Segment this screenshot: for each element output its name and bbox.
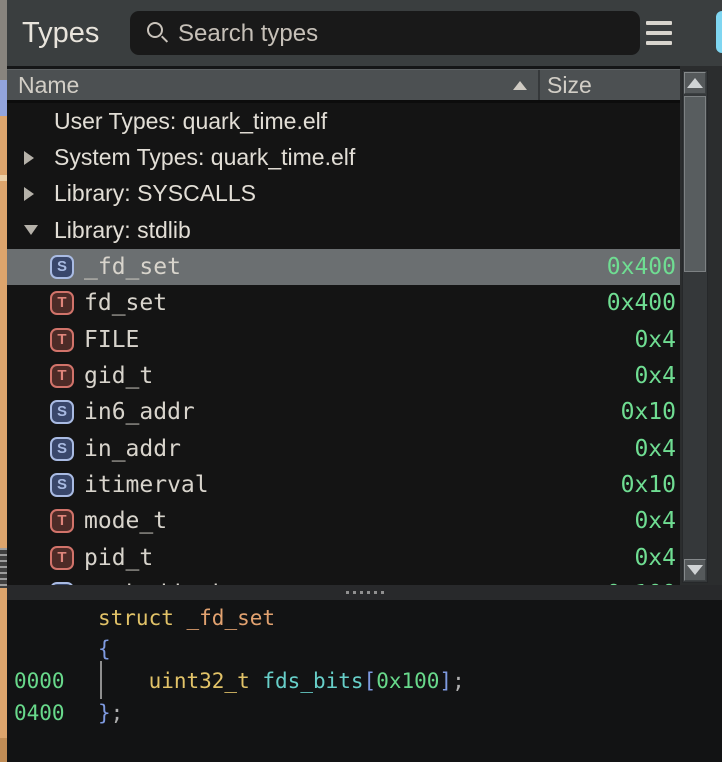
code-line: { bbox=[7, 634, 722, 666]
group-label: Library: SYSCALLS bbox=[54, 180, 256, 207]
type-size: 0x400 bbox=[606, 290, 676, 317]
type-name: fd_set bbox=[84, 290, 168, 317]
code-text: struct _fd_set bbox=[98, 605, 276, 630]
tree-group-row[interactable]: Library: stdlib bbox=[7, 212, 680, 248]
scroll-up-button[interactable] bbox=[684, 72, 706, 94]
type-row[interactable]: Tfd_set 0x400 bbox=[7, 285, 680, 321]
typedef-badge-icon: T bbox=[50, 291, 74, 316]
type-name: pid_t bbox=[84, 544, 154, 571]
struct-badge-icon: S bbox=[50, 400, 74, 425]
type-row[interactable]: S _fd_set 0x400 bbox=[7, 248, 680, 285]
type-name: mode_t bbox=[84, 508, 168, 535]
edge-strip-gray bbox=[0, 0, 7, 80]
types-toolbar: Types bbox=[7, 0, 722, 66]
column-header-row: Name Size bbox=[7, 69, 680, 101]
panel-title: Types bbox=[22, 17, 100, 49]
struct-badge-icon: S bbox=[50, 436, 74, 461]
type-name: gid_t bbox=[84, 362, 154, 389]
types-panel-main: Types Name Size User Types: quark_time.e… bbox=[7, 0, 722, 762]
type-row[interactable]: Sin_addr 0x4 bbox=[7, 431, 680, 467]
type-row[interactable]: Ssockaddr_in0x100 bbox=[7, 576, 680, 585]
type-name: FILE bbox=[84, 326, 140, 353]
type-row[interactable]: Sin6_addr 0x10 bbox=[7, 394, 680, 430]
type-size: 0x4 bbox=[634, 508, 676, 535]
type-size: 0x4 bbox=[634, 544, 676, 571]
edge-strip-highlight bbox=[0, 175, 7, 181]
brace-guide-line bbox=[100, 661, 102, 699]
type-row[interactable]: Sitimerval 0x10 bbox=[7, 467, 680, 503]
scroll-up-arrow-icon bbox=[687, 78, 703, 88]
typedef-badge-icon: T bbox=[50, 327, 74, 352]
column-header-size[interactable]: Size bbox=[547, 70, 592, 100]
splitter-handle[interactable] bbox=[7, 585, 722, 600]
type-name: _fd_set bbox=[84, 253, 181, 280]
column-header-name[interactable]: Name bbox=[18, 70, 79, 100]
type-name: itimerval bbox=[84, 472, 209, 499]
type-preview-pane[interactable]: struct _fd_set {0000 uint32_t fds_bits[0x… bbox=[7, 600, 722, 762]
search-input[interactable] bbox=[176, 11, 630, 57]
collapse-arrow-icon[interactable] bbox=[24, 225, 54, 236]
code-line: 0400}; bbox=[7, 697, 722, 729]
code-text: }; bbox=[98, 700, 124, 725]
struct-badge-icon: S bbox=[50, 254, 74, 279]
typedef-badge-icon: T bbox=[50, 545, 74, 570]
sort-ascending-icon[interactable] bbox=[513, 81, 527, 90]
code-address-gutter: 0400 bbox=[14, 700, 65, 725]
type-size: 0x4 bbox=[634, 326, 676, 353]
struct-badge-icon: S bbox=[50, 473, 74, 498]
type-size: 0x400 bbox=[606, 253, 676, 280]
type-size: 0x4 bbox=[634, 362, 676, 389]
types-panel: Types Name Size User Types: quark_time.e… bbox=[0, 0, 722, 762]
search-box[interactable] bbox=[130, 11, 640, 57]
type-row[interactable]: Tpid_t 0x4 bbox=[7, 540, 680, 576]
group-label: Library: stdlib bbox=[54, 216, 191, 243]
panel-edge-strip bbox=[0, 0, 7, 762]
code-line: struct _fd_set bbox=[7, 602, 722, 634]
code-text: { bbox=[98, 637, 111, 662]
type-size: 0x10 bbox=[620, 399, 676, 426]
code-text: uint32_t fds_bits[0x100]; bbox=[148, 668, 465, 693]
tree-group-row[interactable]: User Types: quark_time.elf bbox=[7, 103, 680, 139]
type-size: 0x4 bbox=[634, 435, 676, 462]
panel-drag-handle-icon[interactable] bbox=[0, 548, 7, 588]
type-row[interactable]: T FILE 0x4 bbox=[7, 321, 680, 357]
group-label: User Types: quark_time.elf bbox=[54, 107, 328, 134]
group-label: System Types: quark_time.elf bbox=[54, 144, 356, 171]
adjacent-panel-tab[interactable] bbox=[716, 11, 722, 53]
typedef-badge-icon: T bbox=[50, 363, 74, 388]
tree-group-row[interactable]: System Types: quark_time.elf bbox=[7, 139, 680, 175]
scroll-down-arrow-icon bbox=[687, 565, 703, 575]
code-line: 0000 uint32_t fds_bits[0x100]; bbox=[7, 665, 722, 697]
scroll-down-button[interactable] bbox=[684, 559, 706, 581]
code-address-gutter: 0000 bbox=[14, 668, 65, 693]
edge-strip-dark bbox=[0, 738, 7, 762]
expand-arrow-icon[interactable] bbox=[24, 150, 54, 165]
code-lines: struct _fd_set {0000 uint32_t fds_bits[0x… bbox=[7, 602, 722, 728]
tree-group-row[interactable]: Library: SYSCALLS bbox=[7, 176, 680, 212]
type-list: User Types: quark_time.elf System Types: … bbox=[7, 103, 680, 585]
type-row[interactable]: Tgid_t 0x4 bbox=[7, 358, 680, 394]
search-icon bbox=[147, 22, 163, 38]
edge-strip-blue bbox=[0, 80, 7, 116]
type-size: 0x10 bbox=[620, 472, 676, 499]
type-name: in6_addr bbox=[84, 399, 195, 426]
expand-arrow-icon[interactable] bbox=[24, 186, 54, 201]
column-divider[interactable] bbox=[538, 70, 540, 101]
scrollbar-thumb[interactable] bbox=[684, 96, 706, 272]
menu-icon[interactable] bbox=[646, 21, 672, 45]
type-row[interactable]: Tmode_t 0x4 bbox=[7, 503, 680, 539]
typedef-badge-icon: T bbox=[50, 509, 74, 534]
type-name: in_addr bbox=[84, 435, 181, 462]
vertical-scrollbar[interactable] bbox=[682, 70, 708, 583]
